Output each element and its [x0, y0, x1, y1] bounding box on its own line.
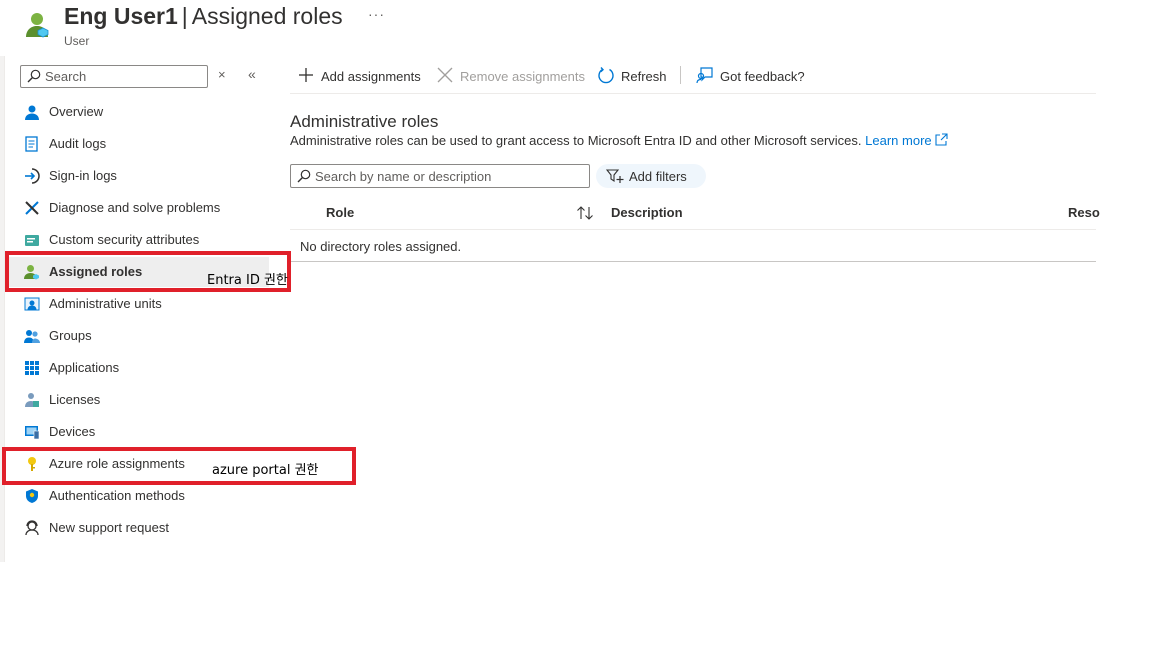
column-header-resource[interactable]: Reso	[1068, 205, 1100, 220]
annotation-entra-id: Entra ID 권한	[207, 273, 288, 288]
sidebar-item-label: Groups	[49, 328, 92, 343]
sort-icon[interactable]	[576, 206, 594, 220]
sidebar-item-label: Custom security attributes	[49, 232, 200, 247]
sidebar-item-label: Applications	[49, 360, 120, 375]
sidebar-item-administrative-units[interactable]: Administrative units	[7, 289, 269, 319]
refresh-label: Refresh	[621, 69, 667, 84]
feedback-icon	[696, 67, 713, 84]
plus-icon	[299, 68, 313, 82]
toolbar-divider-line	[290, 93, 1096, 94]
external-link-icon	[935, 133, 948, 146]
more-options-button[interactable]: ···	[368, 6, 385, 22]
annotation-azure-portal: azure portal 권한	[212, 463, 319, 478]
sidebar-item-audit-logs[interactable]: Audit logs	[7, 129, 269, 159]
user-name: Eng User1	[64, 3, 178, 29]
wrench-icon	[25, 201, 39, 215]
close-icon	[437, 67, 453, 83]
sidebar-item-label: Authentication methods	[49, 488, 185, 503]
section-description: Administrative roles can be used to gran…	[290, 133, 948, 148]
remove-assignments-button[interactable]: Remove assignments	[436, 66, 586, 86]
filter-add-icon	[606, 169, 624, 183]
audit-log-icon	[25, 136, 38, 152]
attributes-icon	[25, 235, 39, 246]
empty-table-message: No directory roles assigned.	[300, 239, 462, 254]
search-icon	[297, 169, 311, 183]
collapse-sidebar-button[interactable]: «	[248, 66, 256, 82]
title-separator: |	[181, 3, 188, 29]
add-filters-label: Add filters	[629, 169, 687, 184]
refresh-icon	[598, 67, 614, 84]
toolbar-divider	[680, 66, 681, 84]
shield-icon	[26, 489, 38, 503]
role-search-input[interactable]: Search by name or description	[290, 164, 590, 188]
remove-assignments-label: Remove assignments	[460, 69, 585, 84]
add-filters-button[interactable]: Add filters	[596, 164, 706, 188]
sidebar-item-new-support-request[interactable]: New support request	[7, 513, 269, 543]
column-header-role[interactable]: Role	[326, 205, 354, 220]
support-icon	[25, 520, 39, 536]
user-avatar-icon	[26, 13, 49, 38]
feedback-label: Got feedback?	[720, 69, 805, 84]
feedback-button[interactable]: Got feedback?	[696, 66, 806, 86]
add-assignments-label: Add assignments	[321, 69, 421, 84]
sidebar-item-devices[interactable]: Devices	[7, 417, 269, 447]
admin-units-icon	[24, 297, 40, 311]
search-icon	[27, 69, 41, 83]
page-name: Assigned roles	[191, 3, 343, 29]
sidebar-item-label: Overview	[49, 104, 104, 119]
table-header-divider	[290, 229, 1096, 230]
sign-in-icon	[25, 168, 40, 184]
role-search-placeholder: Search by name or description	[315, 169, 492, 184]
sidebar-item-licenses[interactable]: Licenses	[7, 385, 269, 415]
refresh-button[interactable]: Refresh	[597, 66, 672, 86]
sidebar-item-sign-in-logs[interactable]: Sign-in logs	[7, 161, 269, 191]
add-assignments-button[interactable]: Add assignments	[297, 66, 427, 86]
sidebar-item-label: Sign-in logs	[49, 168, 117, 183]
table-bottom-divider	[290, 261, 1096, 262]
sidebar-item-label: Licenses	[49, 392, 101, 407]
groups-icon	[24, 330, 40, 343]
page-title: Eng User1 | Assigned roles	[64, 3, 343, 30]
learn-more-link[interactable]: Learn more	[865, 133, 948, 148]
section-description-text: Administrative roles can be used to gran…	[290, 133, 862, 148]
sidebar-search-input[interactable]: Search	[20, 65, 208, 88]
section-title: Administrative roles	[290, 112, 439, 131]
sidebar-item-groups[interactable]: Groups	[7, 321, 269, 351]
sidebar-item-applications[interactable]: Applications	[7, 353, 269, 383]
left-edge-divider	[4, 56, 5, 562]
sidebar-item-label: New support request	[49, 520, 169, 535]
sidebar-item-label: Devices	[49, 424, 96, 439]
sidebar-search-placeholder: Search	[45, 69, 87, 84]
sidebar-item-diagnose[interactable]: Diagnose and solve problems	[7, 193, 269, 223]
user-icon	[25, 105, 39, 120]
column-header-description[interactable]: Description	[611, 205, 683, 220]
sidebar-item-label: Audit logs	[49, 136, 107, 151]
device-icon	[25, 426, 40, 440]
apps-grid-icon	[25, 361, 39, 375]
page-subtitle: User	[64, 34, 90, 48]
clear-search-button[interactable]: ×	[218, 67, 226, 82]
sidebar-item-label: Diagnose and solve problems	[49, 200, 221, 215]
sidebar-item-authentication-methods[interactable]: Authentication methods	[7, 481, 269, 511]
sidebar-item-label: Administrative units	[49, 296, 162, 311]
license-icon	[25, 393, 39, 407]
sidebar-item-overview[interactable]: Overview	[7, 97, 269, 127]
